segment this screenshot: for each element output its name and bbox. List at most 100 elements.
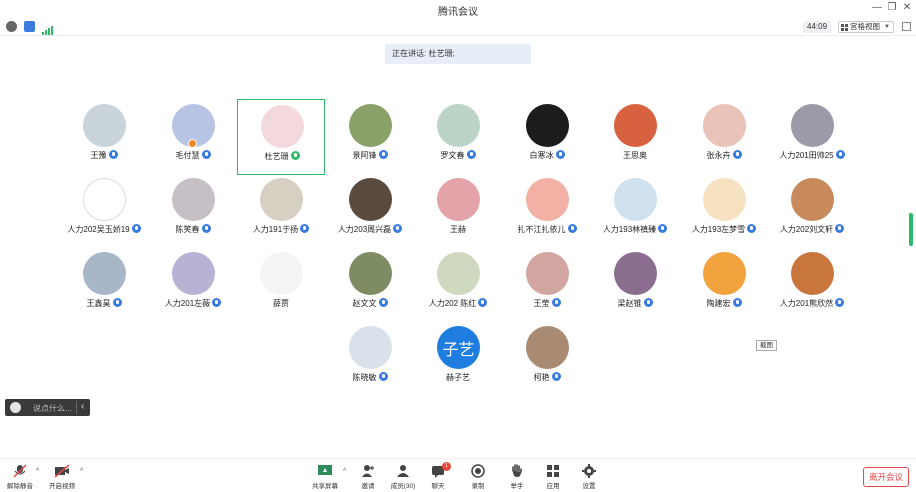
mic-status-icon — [732, 298, 742, 307]
participant-name-text: 人力193左梦雪 — [691, 225, 746, 234]
participant-tile[interactable]: 陈晓敏 — [326, 321, 414, 397]
participant-name-text: 白寒冰 — [529, 151, 554, 160]
participant-name-text: 人力201熊欣然 — [779, 299, 834, 308]
chat-label: 聊天 — [431, 483, 445, 490]
participant-tile[interactable]: 杜艺珊 — [237, 99, 325, 175]
participant-name-text: 人力201田帅25 — [779, 151, 834, 160]
avatar — [437, 104, 480, 147]
mic-status-icon — [643, 298, 653, 307]
participant-tile[interactable]: 赵文文 — [326, 247, 414, 323]
participant-tile[interactable]: 梁赵锥 — [591, 247, 679, 323]
avatar — [83, 104, 126, 147]
members-label: 成员(30) — [390, 483, 416, 490]
participant-name-text: 扎不江扎依儿 — [517, 225, 566, 234]
leave-meeting-button[interactable]: 离开会议 — [863, 467, 909, 487]
chat-input-bar[interactable]: 说点什么... ‹ — [5, 399, 90, 416]
chevron-up-icon[interactable]: ^ — [343, 468, 346, 475]
avatar — [791, 178, 834, 221]
invite-label: 邀请 — [361, 483, 375, 490]
avatar — [526, 104, 569, 147]
view-mode-dropdown[interactable]: 宫格视图 ▼ — [838, 21, 894, 33]
participant-tile[interactable]: 人力201左薇 — [149, 247, 237, 323]
signal-icon[interactable] — [42, 22, 53, 35]
participant-tile[interactable]: 人力202刘文轩 — [768, 173, 856, 249]
unmute-button[interactable]: 解除静音 — [3, 464, 37, 492]
members-icon — [397, 465, 409, 477]
mic-status-icon — [300, 224, 310, 233]
participant-name-text: 人力191于扬 — [252, 225, 299, 234]
participant-tile[interactable]: 人力202吴玉娇19 — [60, 173, 148, 249]
members-button[interactable]: 成员(30) — [386, 464, 420, 492]
chat-placeholder[interactable]: 说点什么... — [33, 403, 72, 414]
minimize-icon[interactable]: — — [870, 2, 884, 13]
participant-name-text: 人力201左薇 — [164, 299, 211, 308]
avatar — [703, 178, 746, 221]
restore-icon[interactable]: ❐ — [885, 2, 899, 13]
participant-tile[interactable]: 人力202 陈红 — [414, 247, 502, 323]
settings-button[interactable]: 设置 — [572, 464, 606, 492]
participant-tile[interactable]: 陶建宏 — [680, 247, 768, 323]
avatar — [83, 252, 126, 295]
shield-icon[interactable] — [24, 21, 35, 32]
record-button[interactable]: 录制 — [461, 464, 495, 492]
share-screen-button[interactable]: 共享屏幕 — [308, 464, 342, 492]
mic-status-icon — [732, 150, 742, 159]
avatar — [437, 178, 480, 221]
participant-tile[interactable]: 张永卉 — [680, 99, 768, 175]
participant-tile[interactable]: 王赫 — [414, 173, 502, 249]
mic-status-icon — [551, 372, 561, 381]
chevron-up-icon[interactable]: ^ — [80, 468, 83, 475]
participant-name-text: 张永卉 — [706, 151, 731, 160]
participant-tile[interactable]: 罗文春 — [414, 99, 502, 175]
avatar — [526, 252, 569, 295]
mic-status-icon — [378, 150, 388, 159]
participant-tile[interactable]: 王莹 — [503, 247, 591, 323]
participant-tile[interactable]: 王鑫昊 — [60, 247, 148, 323]
participant-tile[interactable]: 毛付慧 — [149, 99, 237, 175]
participant-tile[interactable]: 薛贾 — [237, 247, 325, 323]
avatar — [703, 252, 746, 295]
apps-icon — [547, 465, 559, 477]
mic-status-icon — [551, 298, 561, 307]
participant-tile[interactable]: 景阿锋 — [326, 99, 414, 175]
participant-tile[interactable]: 人力203周兴磊 — [326, 173, 414, 249]
participant-tile[interactable]: 人力193林禛臻 — [591, 173, 679, 249]
fullscreen-icon[interactable] — [902, 22, 911, 31]
mic-status-icon — [378, 372, 388, 381]
mic-status-icon — [290, 151, 300, 160]
participant-tile[interactable]: 王豫 — [60, 99, 148, 175]
participant-tile[interactable]: 柯艳 — [503, 321, 591, 397]
apps-label: 应用 — [546, 483, 560, 490]
collapse-icon[interactable]: ‹ — [81, 401, 84, 412]
chevron-up-icon[interactable]: ^ — [36, 468, 39, 475]
participant-name-text: 薛贾 — [273, 299, 289, 308]
participant-name-text: 陈晓敏 — [352, 373, 377, 382]
mic-status-icon — [835, 224, 845, 233]
emoji-icon[interactable] — [10, 402, 21, 413]
participant-tile[interactable]: 子艺 赫子艺 — [414, 321, 502, 397]
participant-tile[interactable]: 人力191于扬 — [237, 173, 325, 249]
avatar — [791, 104, 834, 147]
participant-tile[interactable]: 王思奥 — [591, 99, 679, 175]
bottom-toolbar: 解除静音 ^ 开启视频 ^ 共享屏幕 ^ 邀请 成员(30) 1 聊天 录制 举… — [0, 458, 916, 492]
raise-hand-button[interactable]: 举手 — [500, 464, 534, 492]
settings-label: 设置 — [582, 483, 596, 490]
participant-name-text: 毛付慧 — [175, 151, 200, 160]
close-icon[interactable]: ✕ — [900, 2, 914, 13]
participant-tile[interactable]: 人力193左梦雪 — [680, 173, 768, 249]
record-label: 录制 — [471, 483, 485, 490]
start-video-button[interactable]: 开启视频 — [45, 464, 79, 492]
chat-button[interactable]: 1 聊天 — [421, 462, 455, 492]
participant-tile[interactable]: 人力201田帅25 — [768, 99, 856, 175]
participant-tile[interactable]: 人力201熊欣然 — [768, 247, 856, 323]
invite-button[interactable]: 邀请 — [351, 464, 385, 492]
avatar — [172, 252, 215, 295]
participant-tile[interactable]: 白寒冰 — [503, 99, 591, 175]
info-icon[interactable] — [6, 21, 17, 32]
participant-tile[interactable]: 陈笑春 — [149, 173, 237, 249]
unmute-label: 解除静音 — [7, 483, 33, 490]
participant-tile[interactable]: 扎不江扎依儿 — [503, 173, 591, 249]
scrollbar[interactable] — [909, 213, 913, 246]
apps-button[interactable]: 应用 — [536, 464, 570, 492]
participant-name: 人力201田帅25 — [758, 150, 866, 161]
